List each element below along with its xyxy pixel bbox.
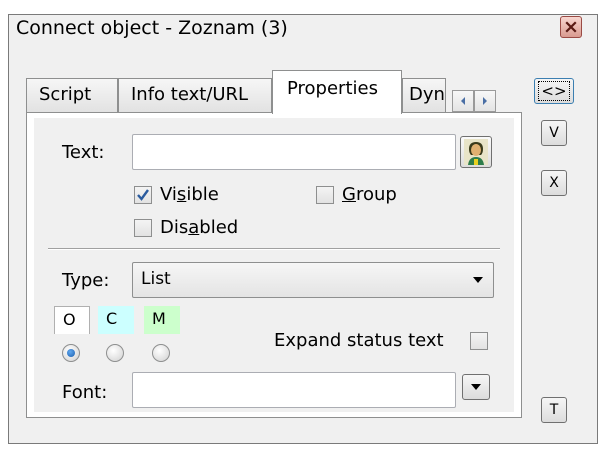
- expand-status-checkbox[interactable]: [470, 332, 488, 350]
- group-label: Group: [342, 184, 397, 205]
- omc-tab-c[interactable]: C: [98, 306, 134, 334]
- expand-status-label: Expand status text: [274, 330, 444, 351]
- omc-tab-o[interactable]: O: [54, 306, 90, 334]
- window-title: Connect object - Zoznam (3): [16, 17, 288, 39]
- font-label: Font:: [62, 382, 108, 403]
- tab-scroll-right-button[interactable]: [474, 90, 496, 112]
- radio-selected-dot: [67, 349, 75, 357]
- v-button[interactable]: V: [541, 120, 567, 146]
- omc-tab-m[interactable]: M: [144, 306, 180, 334]
- checkmark-icon: [137, 189, 149, 201]
- close-icon: [565, 21, 577, 33]
- group-checkbox[interactable]: [316, 186, 334, 204]
- triangle-left-icon: [461, 97, 465, 105]
- tab-properties[interactable]: Properties: [272, 70, 402, 114]
- tab-info-text-url[interactable]: Info text/URL: [118, 78, 272, 112]
- tab-dyn-s[interactable]: Dyn.s: [402, 78, 446, 112]
- triangle-right-icon: [483, 97, 487, 105]
- type-select-value: List: [141, 269, 171, 289]
- section-separator: [48, 248, 500, 250]
- swap-button-label: <>: [538, 81, 570, 101]
- disabled-checkbox[interactable]: [134, 219, 152, 237]
- text-picker-button[interactable]: [460, 136, 492, 168]
- radio-m[interactable]: [152, 344, 170, 362]
- font-dropdown-button[interactable]: [462, 374, 490, 400]
- chevron-down-icon: [471, 384, 481, 390]
- disabled-label: Disabled: [160, 217, 239, 238]
- font-input[interactable]: [132, 372, 456, 408]
- text-label: Text:: [62, 142, 105, 163]
- radio-c[interactable]: [106, 344, 124, 362]
- chevron-down-icon: [473, 277, 483, 283]
- visible-checkbox[interactable]: [134, 186, 152, 204]
- visible-label: Visible: [160, 184, 219, 205]
- type-select[interactable]: List: [132, 262, 494, 298]
- x-button[interactable]: X: [541, 170, 567, 196]
- t-button[interactable]: T: [541, 397, 567, 423]
- swap-button[interactable]: <>: [534, 78, 574, 104]
- tab-script[interactable]: Script: [26, 78, 118, 112]
- text-input[interactable]: [132, 134, 456, 170]
- tab-scroll-left-button[interactable]: [452, 90, 474, 112]
- close-button[interactable]: [560, 16, 582, 38]
- person-icon: [464, 139, 488, 165]
- radio-o[interactable]: [62, 344, 80, 362]
- type-label: Type:: [62, 270, 110, 291]
